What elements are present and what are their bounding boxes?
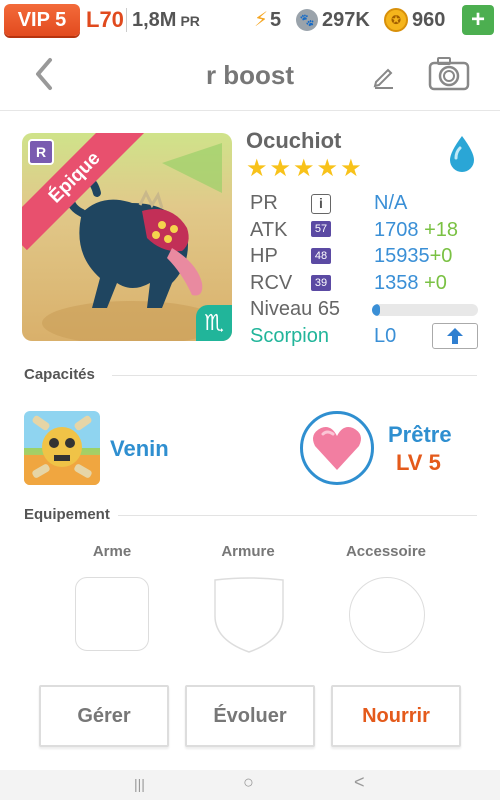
- rank-badge: R: [28, 139, 54, 165]
- vip-badge[interactable]: VIP 5: [4, 4, 80, 36]
- monster-name: Ocuchiot: [246, 128, 342, 153]
- home-button[interactable]: ○: [243, 772, 254, 793]
- slot-label-weapon: Arme: [92, 543, 132, 560]
- stat-label-atk: ATK: [250, 219, 288, 241]
- stat-bonus: +18: [424, 219, 458, 241]
- stat-value: 1708: [374, 219, 419, 241]
- divider: [118, 515, 477, 516]
- paw-icon: 🐾: [296, 9, 318, 31]
- page-title: r boost: [205, 60, 295, 90]
- stat-bonus: +0: [429, 245, 453, 267]
- zodiac-icon: ♏: [196, 305, 232, 341]
- status-bar: VIP 5 L70 1,8M PR ⚡ 5 🐾 297K ✪ 960 +: [0, 0, 500, 41]
- coin-icon: ✪: [384, 8, 408, 32]
- level-progress-bar: [372, 304, 478, 316]
- stat-value-atk: 1708 +18: [374, 219, 458, 242]
- evolve-button[interactable]: Évoluer: [185, 685, 315, 747]
- edit-pencil-icon[interactable]: [370, 62, 398, 90]
- info-icon[interactable]: i: [311, 194, 331, 214]
- recent-apps-button[interactable]: |||: [134, 776, 145, 792]
- section-title-equipment: Equipement: [24, 506, 110, 523]
- camera-icon[interactable]: [428, 56, 470, 92]
- armor-slot[interactable]: [211, 576, 287, 654]
- stat-value-rcv: 1358 +0: [374, 272, 447, 295]
- level-progress-fill: [372, 304, 381, 316]
- power-value: 1,8M: [132, 9, 177, 31]
- feed-button[interactable]: Nourrir: [331, 685, 461, 747]
- level-label: Niveau 65: [250, 298, 341, 320]
- skill-name[interactable]: Venin: [110, 436, 169, 462]
- stat-label-pr: PR: [250, 192, 278, 214]
- skill-icon[interactable]: [24, 411, 100, 485]
- slot-label-accessory: Accessoire: [345, 543, 427, 560]
- stat-value-hp: 15935+0: [374, 245, 452, 268]
- weapon-slot[interactable]: [75, 577, 149, 651]
- paw-count: 297K: [322, 9, 370, 31]
- water-element-icon: [444, 134, 480, 174]
- energy-counter[interactable]: ⚡ 5: [254, 5, 281, 35]
- upgrade-button[interactable]: [432, 323, 478, 349]
- star-rating: ★★★★★: [246, 155, 364, 182]
- stat-badge-atk: 57: [311, 221, 331, 237]
- class-level: LV 5: [396, 450, 441, 475]
- divider: [126, 8, 127, 32]
- stat-bonus: +0: [424, 272, 447, 294]
- section-title-abilities: Capacités: [24, 366, 95, 383]
- stat-label-hp: HP: [250, 245, 278, 267]
- coin-count: 960: [412, 9, 446, 31]
- divider: [112, 375, 477, 376]
- class-icon[interactable]: [300, 411, 374, 485]
- accessory-slot[interactable]: [349, 577, 425, 653]
- stat-label-rcv: RCV: [250, 272, 293, 294]
- add-currency-button[interactable]: +: [462, 5, 494, 35]
- slot-label-armor: Armure: [221, 543, 275, 560]
- power-rating: 1,8M PR: [132, 5, 200, 36]
- system-nav-bar: ||| ○ <: [0, 770, 500, 800]
- zodiac-label: Scorpion: [250, 325, 329, 347]
- player-level: L70: [86, 7, 124, 32]
- stat-value: N/A: [374, 192, 408, 214]
- stat-value: 15935: [374, 245, 430, 267]
- arrow-up-icon: [447, 328, 463, 344]
- zodiac-level: L0: [374, 325, 397, 347]
- lightning-icon: ⚡: [254, 9, 269, 31]
- stat-value: 1358: [374, 272, 419, 294]
- stat-value-pr: N/A: [374, 192, 407, 215]
- stat-badge-rcv: 39: [311, 275, 331, 291]
- class-name: Prêtre: [388, 422, 452, 447]
- manage-button[interactable]: Gérer: [39, 685, 169, 747]
- power-unit: PR: [180, 13, 200, 29]
- stat-badge-hp: 48: [311, 248, 331, 264]
- monster-portrait[interactable]: Épique R ♏: [22, 133, 232, 341]
- page-header: r boost: [0, 40, 500, 111]
- energy-value: 5: [270, 9, 282, 31]
- system-back-button[interactable]: <: [354, 772, 365, 793]
